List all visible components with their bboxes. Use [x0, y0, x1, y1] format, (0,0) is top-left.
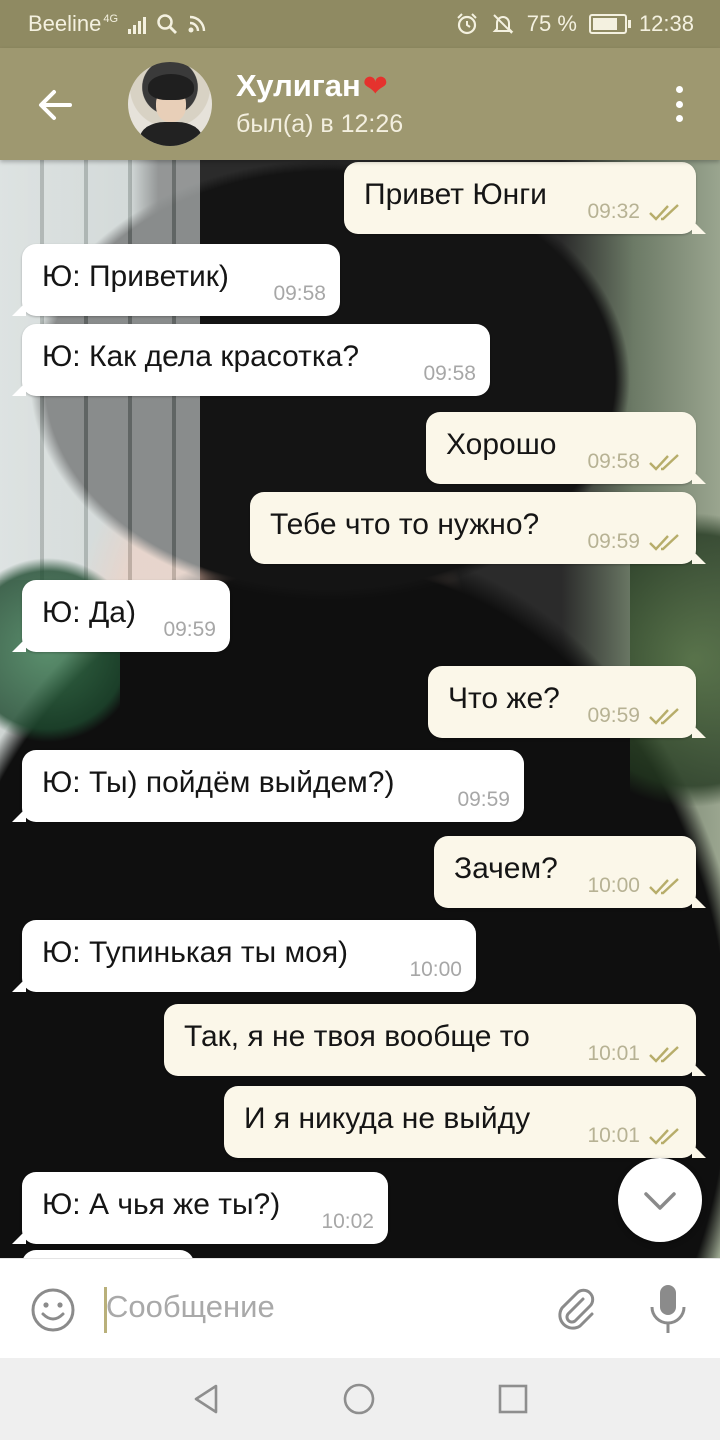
mute-icon [492, 14, 514, 34]
message-text: Ю: А чья же ты?) [42, 1188, 281, 1221]
signal-icon [128, 14, 147, 34]
message-time: 10:02 [321, 1210, 374, 1233]
incoming-message[interactable]: Ю: Ты) пойдём выйдем?) 09:59 [12, 750, 524, 822]
battery-icon [588, 14, 631, 34]
outgoing-message[interactable]: Так, я не твоя вообще то 10:01 [164, 1004, 706, 1076]
message-text: Ю: Приветик) [42, 260, 229, 293]
message-text: Зачем? [454, 852, 558, 885]
system-navigation-bar [0, 1358, 720, 1440]
read-ticks-icon [649, 1046, 679, 1063]
outgoing-message[interactable]: Зачем? 10:00 [434, 836, 706, 908]
message-time: 09:32 [587, 200, 640, 223]
message-time: 10:00 [409, 958, 462, 981]
contact-name[interactable]: Хулиган❤ [236, 68, 388, 104]
message-text: Тебе что то нужно? [270, 508, 540, 541]
heart-icon: ❤ [362, 70, 388, 103]
message-text: Привет Юнги [364, 178, 547, 211]
chat-area[interactable]: Привет Юнги 09:32 Ю: Приветик) 09:58 Ю: … [0, 160, 720, 1258]
avatar[interactable] [128, 62, 212, 146]
recents-square-icon[interactable] [496, 1382, 530, 1416]
incoming-message[interactable]: Ю: Да) 09:59 [12, 580, 230, 652]
read-ticks-icon [649, 454, 679, 471]
battery-percent: 75 % [526, 11, 577, 36]
message-text: И я никуда не выйду [244, 1102, 531, 1135]
back-triangle-icon[interactable] [190, 1382, 224, 1416]
message-time: 10:01 [587, 1042, 640, 1065]
message-time: 09:59 [457, 788, 510, 811]
incoming-message[interactable]: Ю: Тупинькая ты моя) 10:00 [12, 920, 476, 992]
read-ticks-icon [649, 534, 679, 551]
contact-name-text: Хулиган [236, 68, 361, 103]
back-arrow-icon[interactable] [34, 84, 76, 126]
message-time: 09:58 [423, 362, 476, 385]
message-text: Ю: Ты) пойдём выйдем?) [42, 766, 395, 799]
message-time: 10:00 [587, 874, 640, 897]
message-time: 09:59 [587, 704, 640, 727]
clock: 12:38 [638, 11, 694, 36]
message-input[interactable]: Сообщение [106, 1289, 275, 1325]
message-time: 09:59 [163, 618, 216, 641]
outgoing-message[interactable]: И я никуда не выйду 10:01 [224, 1086, 706, 1158]
outgoing-message[interactable]: Привет Юнги 09:32 [344, 162, 706, 234]
incoming-message[interactable]: Ю: Как дела красотка? 09:58 [12, 324, 490, 396]
message-text: Хорошо [446, 428, 557, 461]
incoming-message[interactable]: Ю: Приветик) 09:58 [12, 244, 340, 316]
status-bar: Beeline 4G 75 % 12:38 [0, 0, 720, 48]
message-time: 09:58 [587, 450, 640, 473]
read-ticks-icon [649, 1128, 679, 1145]
rss-icon [188, 15, 206, 33]
outgoing-message[interactable]: Тебе что то нужно? 09:59 [250, 492, 706, 564]
message-text: Ю: Как дела красотка? [42, 340, 360, 373]
read-ticks-icon [649, 878, 679, 895]
incoming-message[interactable]: Ю: А чья же ты?) 10:02 [12, 1172, 388, 1244]
outgoing-message[interactable]: Что же? 09:59 [428, 666, 706, 738]
more-options-icon[interactable] [674, 86, 684, 122]
message-text: Что же? [448, 682, 560, 715]
message-text: Ю: Да) [42, 596, 136, 629]
network-type: 4G [103, 13, 119, 25]
search-icon [157, 14, 178, 34]
read-ticks-icon [649, 708, 679, 725]
chat-header: Хулиган❤ был(а) в 12:26 [0, 48, 720, 160]
message-text: Так, я не твоя вообще то [184, 1020, 530, 1053]
chevron-down-icon [644, 1192, 676, 1210]
message-time: 09:59 [587, 530, 640, 553]
message-text: Ю: Тупинькая ты моя) [42, 936, 349, 969]
message-composer: Сообщение [0, 1258, 720, 1359]
message-time: 10:01 [587, 1124, 640, 1147]
microphone-icon[interactable] [646, 1283, 690, 1335]
carrier-label: Beeline [28, 11, 102, 36]
outgoing-message[interactable]: Хорошо 09:58 [426, 412, 706, 484]
emoji-icon[interactable] [30, 1287, 76, 1333]
read-ticks-icon [649, 204, 679, 221]
incoming-message-partial[interactable] [22, 1250, 194, 1258]
last-seen-status: был(а) в 12:26 [236, 110, 404, 138]
home-circle-icon[interactable] [342, 1382, 376, 1416]
message-time: 09:58 [273, 282, 326, 305]
alarm-icon [457, 13, 477, 35]
scroll-to-bottom-button[interactable] [618, 1158, 702, 1242]
paperclip-icon[interactable] [552, 1285, 600, 1333]
